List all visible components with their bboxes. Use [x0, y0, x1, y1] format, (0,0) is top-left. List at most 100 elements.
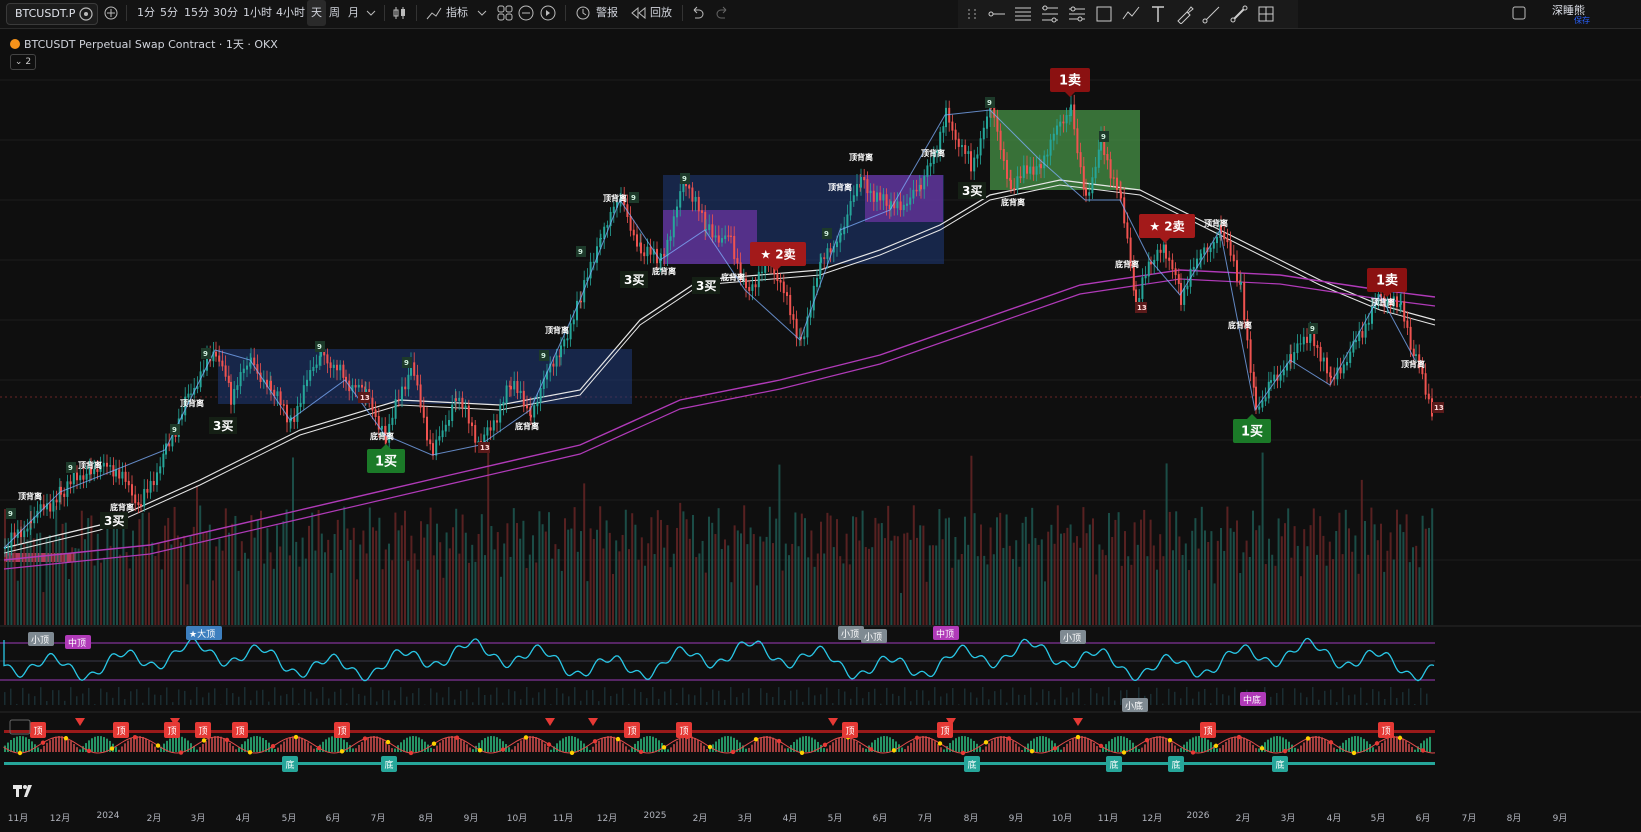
osc-histogram-bar [814, 695, 816, 705]
osc-histogram-bar [1096, 693, 1098, 705]
volume-bar [1306, 546, 1309, 625]
timeframe-1w[interactable]: 周 [329, 0, 340, 26]
candle-body [926, 165, 929, 177]
osc-histogram-bar [4, 692, 6, 705]
bottom-histogram-bar [370, 736, 372, 752]
rectangle-icon[interactable] [1094, 4, 1114, 24]
bottom-histogram-bar [745, 748, 747, 752]
minus-circle-icon[interactable] [518, 5, 534, 21]
bottom-histogram-bar [856, 741, 858, 752]
volume-bar [1290, 557, 1293, 625]
drag-handle-icon[interactable] [962, 4, 982, 24]
price-chart[interactable]: 1卖1卖★ 2卖★ 2卖1买1买3买3买3买 3买3买顶背离顶背离顶背离顶背离顶背… [0, 29, 1641, 804]
volume-bar [666, 525, 669, 625]
grid-frame-icon[interactable] [1256, 4, 1276, 24]
replay-button[interactable]: 回放 [650, 0, 672, 26]
bottom-histogram-bar [1390, 736, 1392, 752]
timeframe-4h[interactable]: 4小时 [276, 0, 305, 26]
trend-line-icon[interactable] [1202, 4, 1222, 24]
alert-button[interactable]: 警报 [596, 0, 618, 26]
osc-histogram-bar [502, 702, 504, 705]
bottom-histogram-bar [58, 736, 60, 752]
time-axis-label: 10月 [1051, 814, 1073, 824]
bottom-histogram-bar [775, 739, 777, 752]
volume-bar [1069, 524, 1072, 625]
candle-body [929, 162, 932, 167]
volume-bar [445, 532, 448, 625]
candles-icon[interactable] [392, 5, 408, 21]
undo-icon[interactable] [690, 6, 704, 20]
volume-bar [928, 545, 931, 625]
time-axis[interactable]: 11月 12月 2024 2月 3月 4月 5月 6月 7月 8月 9月 10月 11月 12月 2025 2… [0, 804, 1641, 832]
volume-bar [1392, 559, 1395, 625]
candle-body [127, 480, 130, 486]
timeframe-5m[interactable]: 5分 [160, 0, 178, 26]
bottom-histogram-bar [1303, 742, 1305, 752]
candle-body [1079, 152, 1082, 168]
volume-bar [557, 549, 560, 625]
bottom-signal-dot [155, 743, 161, 748]
add-symbol-icon[interactable] [104, 6, 118, 20]
bottom-histogram-bar [196, 749, 198, 752]
volume-bar [474, 561, 477, 625]
bottom-arrow-marker [588, 718, 598, 726]
sliders-icon[interactable] [1067, 4, 1087, 24]
bottom-signal-dot [316, 745, 322, 751]
candle-body [1396, 296, 1398, 308]
volume-bar [727, 545, 730, 625]
volume-bar [1130, 564, 1133, 625]
candle-body [143, 488, 146, 507]
fullscreen-checkbox-icon[interactable] [1512, 6, 1526, 20]
candle-body [49, 503, 52, 512]
parallel-lines-icon[interactable] [1013, 4, 1033, 24]
redo-icon[interactable] [716, 6, 730, 20]
candle-body [486, 427, 489, 436]
horizontal-ray-icon[interactable] [986, 4, 1006, 24]
layout-grid-icon[interactable] [497, 5, 513, 21]
chevron-down-icon[interactable] [366, 9, 376, 17]
fib-retracement-icon[interactable] [1040, 4, 1060, 24]
brush-icon[interactable] [1175, 4, 1195, 24]
bottom-histogram-bar [424, 741, 426, 752]
replay-circle-icon[interactable] [540, 5, 556, 21]
timeframe-30m[interactable]: 30分 [213, 0, 238, 26]
bottom-histogram-bar [1300, 745, 1302, 752]
bottom-histogram-bar [1141, 747, 1143, 752]
volume-bar [1028, 543, 1030, 625]
timeframe-1d[interactable]: 天 [307, 0, 326, 26]
bottom-histogram-bar [118, 749, 120, 752]
bottom-histogram-bar [1396, 736, 1398, 752]
timeframe-1m[interactable]: 1分 [137, 0, 155, 26]
ruler-icon[interactable] [1229, 4, 1249, 24]
osc-histogram-bar [136, 689, 138, 705]
indicators-button[interactable]: 指标 [446, 0, 468, 26]
osc-histogram-bar [148, 687, 150, 705]
save-status[interactable]: 保存 [1574, 15, 1590, 26]
chevron-down-icon[interactable] [477, 9, 487, 17]
bottom-histogram-bar [1312, 736, 1314, 752]
symbol-search-button[interactable]: BTCUSDT.P [6, 3, 98, 25]
bottom-signal-dot [661, 745, 667, 750]
bottom-histogram-bar [667, 749, 669, 752]
bottom-histogram-bar [304, 739, 306, 752]
bottom-histogram-bar [844, 736, 846, 752]
path-icon[interactable] [1121, 4, 1141, 24]
tradingview-logo[interactable] [12, 782, 38, 798]
osc-histogram-bar [538, 692, 540, 705]
bottom-histogram-bar [16, 736, 18, 752]
volume-bar [1101, 549, 1104, 625]
osc-histogram-bar [1150, 693, 1152, 705]
timeframe-1h[interactable]: 1小时 [243, 0, 272, 26]
bottom-bottom-band [4, 762, 1435, 765]
osc-histogram-bar [262, 689, 264, 705]
text-icon[interactable] [1148, 4, 1168, 24]
bottom-histogram-bar [910, 742, 912, 752]
candle-body [55, 499, 58, 503]
bottom-histogram-bar [1000, 736, 1002, 752]
timeframe-1M[interactable]: 月 [348, 0, 359, 26]
timeframe-15m[interactable]: 15分 [184, 0, 209, 26]
bottom-histogram-bar [1198, 736, 1200, 752]
bottom-histogram-bar [796, 739, 798, 752]
volume-bar [1079, 547, 1082, 625]
candle-body [1302, 336, 1305, 345]
